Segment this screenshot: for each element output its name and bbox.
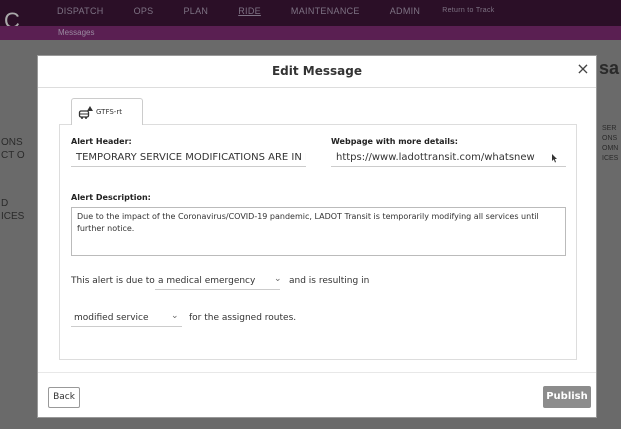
effect-sentence-suffix: for the assigned routes.: [189, 313, 297, 323]
cursor-icon: [552, 154, 557, 163]
nav-admin[interactable]: ADMIN: [390, 6, 421, 16]
bg-left-text: ONS: [1, 137, 23, 148]
bg-left-text: CT O: [1, 150, 25, 161]
bg-right-text: OMN: [602, 145, 619, 152]
subnav-messages[interactable]: Messages: [58, 28, 94, 37]
bus-alert-icon: [78, 106, 93, 119]
main-menu: DISPATCH OPS PLAN RIDE MAINTENANCE ADMIN…: [57, 6, 495, 16]
close-icon[interactable]: ×: [575, 60, 591, 78]
nav-ride[interactable]: RIDE: [238, 6, 261, 16]
cause-sentence-suffix: and is resulting in: [289, 276, 370, 286]
nav-return-to-track[interactable]: Return to Track: [442, 7, 494, 16]
cause-sentence-prefix: This alert is due to: [71, 276, 155, 286]
bg-left-text: ICES: [1, 211, 25, 222]
background-left-panel: ONS CT O D ICES: [0, 40, 40, 429]
publish-button[interactable]: Publish: [543, 386, 591, 408]
back-button[interactable]: Back: [48, 387, 80, 408]
bg-right-text: SER: [602, 125, 617, 132]
effect-select[interactable]: modified service: [71, 311, 182, 327]
edit-message-dialog: Edit Message × GTFS-rt Alert Header: TEM…: [37, 55, 597, 418]
effect-select-value: modified service: [74, 313, 149, 323]
chevron-down-icon: ⌄: [171, 311, 179, 321]
bg-right-text: ICES: [602, 155, 619, 162]
nav-ops[interactable]: OPS: [134, 6, 154, 16]
chevron-down-icon: ⌄: [274, 274, 282, 284]
cause-select-value: a medical emergency: [158, 276, 256, 286]
dialog-footer-divider: [38, 372, 596, 373]
dialog-title: Edit Message: [271, 64, 362, 78]
webpage-input[interactable]: https://www.ladottransit.com/whatsnew: [331, 150, 566, 167]
bg-right-text: ONS: [602, 135, 618, 142]
nav-plan[interactable]: PLAN: [184, 6, 209, 16]
bg-left-text: D: [1, 198, 9, 209]
alert-description-label: Alert Description:: [71, 193, 151, 202]
background-right-panel: sa SER ONS OMN ICES: [597, 40, 621, 429]
webpage-label: Webpage with more details:: [331, 137, 458, 146]
tab-gtfs-rt[interactable]: GTFS-rt: [71, 98, 143, 125]
alert-header-label: Alert Header:: [71, 137, 132, 146]
tab-label: GTFS-rt: [96, 108, 122, 116]
nav-maintenance[interactable]: MAINTENANCE: [291, 6, 360, 16]
sub-nav-bar: Messages: [0, 26, 621, 40]
bg-right-heading: sa: [599, 58, 620, 78]
alert-header-input[interactable]: TEMPORARY SERVICE MODIFICATIONS ARE IN E: [71, 150, 306, 167]
nav-dispatch[interactable]: DISPATCH: [57, 6, 104, 16]
cause-select[interactable]: a medical emergency: [155, 274, 280, 290]
message-form-panel: Alert Header: TEMPORARY SERVICE MODIFICA…: [59, 124, 577, 360]
dialog-header: Edit Message ×: [38, 56, 596, 88]
alert-description-textarea[interactable]: Due to the impact of the Coronavirus/COV…: [71, 207, 566, 256]
